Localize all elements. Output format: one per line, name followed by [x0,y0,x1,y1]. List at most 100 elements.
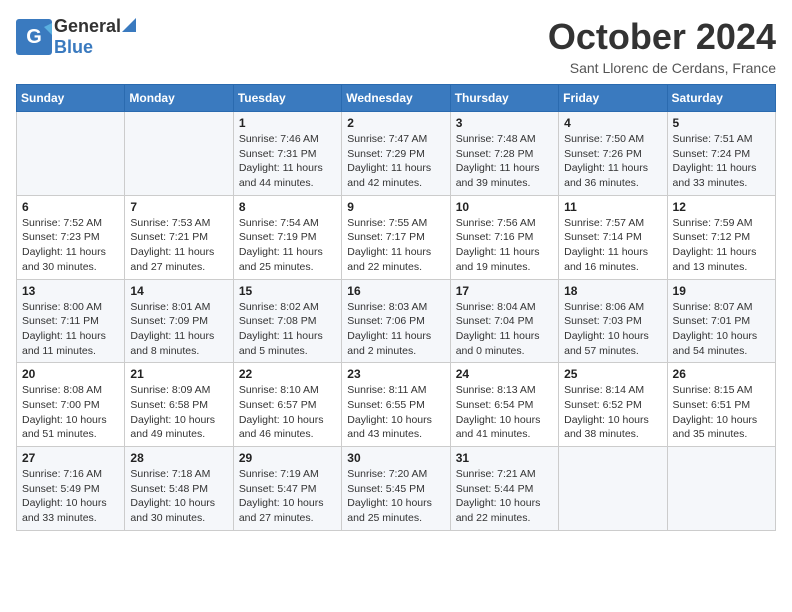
svg-text:G: G [26,26,42,48]
calendar-week-row: 20Sunrise: 8:08 AMSunset: 7:00 PMDayligh… [17,363,776,447]
sunset-text: Sunset: 7:28 PM [456,147,553,162]
daylight-text: Daylight: 10 hours and 57 minutes. [564,329,661,358]
day-number: 23 [347,367,444,381]
calendar-day-cell [559,447,667,531]
daylight-text: Daylight: 10 hours and 38 minutes. [564,413,661,442]
day-number: 10 [456,200,553,214]
day-info: Sunrise: 7:53 AMSunset: 7:21 PMDaylight:… [130,216,227,275]
day-info: Sunrise: 7:18 AMSunset: 5:48 PMDaylight:… [130,467,227,526]
day-info: Sunrise: 8:14 AMSunset: 6:52 PMDaylight:… [564,383,661,442]
calendar-day-cell: 31Sunrise: 7:21 AMSunset: 5:44 PMDayligh… [450,447,558,531]
day-number: 27 [22,451,119,465]
day-info: Sunrise: 8:11 AMSunset: 6:55 PMDaylight:… [347,383,444,442]
calendar-day-cell: 20Sunrise: 8:08 AMSunset: 7:00 PMDayligh… [17,363,125,447]
day-number: 3 [456,116,553,130]
daylight-text: Daylight: 11 hours and 39 minutes. [456,161,553,190]
calendar-week-row: 27 Sunrise: 7:16 AMSunset: 5:49 PMDayligh… [17,447,776,531]
day-info: Sunrise: 8:04 AMSunset: 7:04 PMDaylight:… [456,300,553,359]
sunset-text: Sunset: 7:17 PM [347,230,444,245]
day-of-week-header: Saturday [667,85,775,112]
calendar-day-cell: 19Sunrise: 8:07 AMSunset: 7:01 PMDayligh… [667,279,775,363]
sunset-text: Sunset: 5:48 PM [130,482,227,497]
calendar-day-cell: 16Sunrise: 8:03 AMSunset: 7:06 PMDayligh… [342,279,450,363]
sunrise-text: Sunrise: 8:06 AM [564,300,661,315]
day-info: Sunrise: 7:20 AMSunset: 5:45 PMDaylight:… [347,467,444,526]
day-info: Sunrise: 7:57 AMSunset: 7:14 PMDaylight:… [564,216,661,275]
daylight-text: Daylight: 11 hours and 13 minutes. [673,245,770,274]
day-number: 22 [239,367,336,381]
calendar-day-cell: 30 Sunrise: 7:20 AMSunset: 5:45 PMDayligh… [342,447,450,531]
daylight-text: Daylight: 11 hours and 11 minutes. [22,329,119,358]
day-number: 26 [673,367,770,381]
calendar-day-cell: 8Sunrise: 7:54 AMSunset: 7:19 PMDaylight… [233,195,341,279]
day-number: 25 [564,367,661,381]
day-info: Sunrise: 7:50 AMSunset: 7:26 PMDaylight:… [564,132,661,191]
sunrise-text: Sunrise: 8:13 AM [456,383,553,398]
sunset-text: Sunset: 6:54 PM [456,398,553,413]
sunrise-text: Sunrise: 7:19 AM [239,467,336,482]
calendar-day-cell: 15Sunrise: 8:02 AMSunset: 7:08 PMDayligh… [233,279,341,363]
daylight-text: Daylight: 10 hours and 46 minutes. [239,413,336,442]
day-info: Sunrise: 8:09 AMSunset: 6:58 PMDaylight:… [130,383,227,442]
day-info: Sunrise: 7:47 AMSunset: 7:29 PMDaylight:… [347,132,444,191]
daylight-text: Daylight: 11 hours and 22 minutes. [347,245,444,274]
sunset-text: Sunset: 7:00 PM [22,398,119,413]
calendar-day-cell: 14Sunrise: 8:01 AMSunset: 7:09 PMDayligh… [125,279,233,363]
sunrise-text: Sunrise: 7:54 AM [239,216,336,231]
daylight-text: Daylight: 11 hours and 30 minutes. [22,245,119,274]
day-info: Sunrise: 7:59 AMSunset: 7:12 PMDaylight:… [673,216,770,275]
daylight-text: Daylight: 10 hours and 35 minutes. [673,413,770,442]
sunrise-text: Sunrise: 8:02 AM [239,300,336,315]
day-info: Sunrise: 8:01 AMSunset: 7:09 PMDaylight:… [130,300,227,359]
day-number: 11 [564,200,661,214]
sunrise-text: Sunrise: 7:16 AM [22,467,119,482]
calendar-day-cell: 11 Sunrise: 7:57 AMSunset: 7:14 PMDayligh… [559,195,667,279]
sunrise-text: Sunrise: 7:53 AM [130,216,227,231]
day-of-week-header: Tuesday [233,85,341,112]
sunset-text: Sunset: 6:57 PM [239,398,336,413]
page-header: G General Blue October 2024 Sant Llorenc… [16,16,776,76]
sunset-text: Sunset: 6:55 PM [347,398,444,413]
sunrise-text: Sunrise: 8:04 AM [456,300,553,315]
calendar-day-cell: 1Sunrise: 7:46 AMSunset: 7:31 PMDaylight… [233,112,341,196]
daylight-text: Daylight: 10 hours and 33 minutes. [22,496,119,525]
sunset-text: Sunset: 7:04 PM [456,314,553,329]
calendar-week-row: 13Sunrise: 8:00 AMSunset: 7:11 PMDayligh… [17,279,776,363]
calendar-day-cell: 5Sunrise: 7:51 AMSunset: 7:24 PMDaylight… [667,112,775,196]
sunset-text: Sunset: 5:45 PM [347,482,444,497]
sunrise-text: Sunrise: 7:48 AM [456,132,553,147]
day-number: 15 [239,284,336,298]
day-info: Sunrise: 7:55 AMSunset: 7:17 PMDaylight:… [347,216,444,275]
sunset-text: Sunset: 5:47 PM [239,482,336,497]
sunset-text: Sunset: 7:21 PM [130,230,227,245]
day-number: 28 [130,451,227,465]
calendar-week-row: 1Sunrise: 7:46 AMSunset: 7:31 PMDaylight… [17,112,776,196]
sunset-text: Sunset: 7:24 PM [673,147,770,162]
calendar-day-cell: 3 Sunrise: 7:48 AMSunset: 7:28 PMDaylight… [450,112,558,196]
day-info: Sunrise: 7:21 AMSunset: 5:44 PMDaylight:… [456,467,553,526]
sunset-text: Sunset: 6:52 PM [564,398,661,413]
day-info: Sunrise: 8:10 AMSunset: 6:57 PMDaylight:… [239,383,336,442]
day-number: 30 [347,451,444,465]
sunset-text: Sunset: 7:26 PM [564,147,661,162]
daylight-text: Daylight: 10 hours and 51 minutes. [22,413,119,442]
calendar-day-cell: 25 Sunrise: 8:14 AMSunset: 6:52 PMDayligh… [559,363,667,447]
sunrise-text: Sunrise: 8:01 AM [130,300,227,315]
sunset-text: Sunset: 7:03 PM [564,314,661,329]
day-info: Sunrise: 8:00 AMSunset: 7:11 PMDaylight:… [22,300,119,359]
daylight-text: Daylight: 11 hours and 2 minutes. [347,329,444,358]
sunset-text: Sunset: 7:12 PM [673,230,770,245]
daylight-text: Daylight: 11 hours and 27 minutes. [130,245,227,274]
sunset-text: Sunset: 7:19 PM [239,230,336,245]
sunset-text: Sunset: 5:49 PM [22,482,119,497]
daylight-text: Daylight: 11 hours and 36 minutes. [564,161,661,190]
day-info: Sunrise: 7:46 AMSunset: 7:31 PMDaylight:… [239,132,336,191]
sunset-text: Sunset: 7:29 PM [347,147,444,162]
sunrise-text: Sunrise: 7:51 AM [673,132,770,147]
day-of-week-header: Wednesday [342,85,450,112]
day-info: Sunrise: 7:19 AMSunset: 5:47 PMDaylight:… [239,467,336,526]
sunrise-text: Sunrise: 8:08 AM [22,383,119,398]
sunrise-text: Sunrise: 7:21 AM [456,467,553,482]
sunrise-text: Sunrise: 8:09 AM [130,383,227,398]
day-of-week-header: Thursday [450,85,558,112]
